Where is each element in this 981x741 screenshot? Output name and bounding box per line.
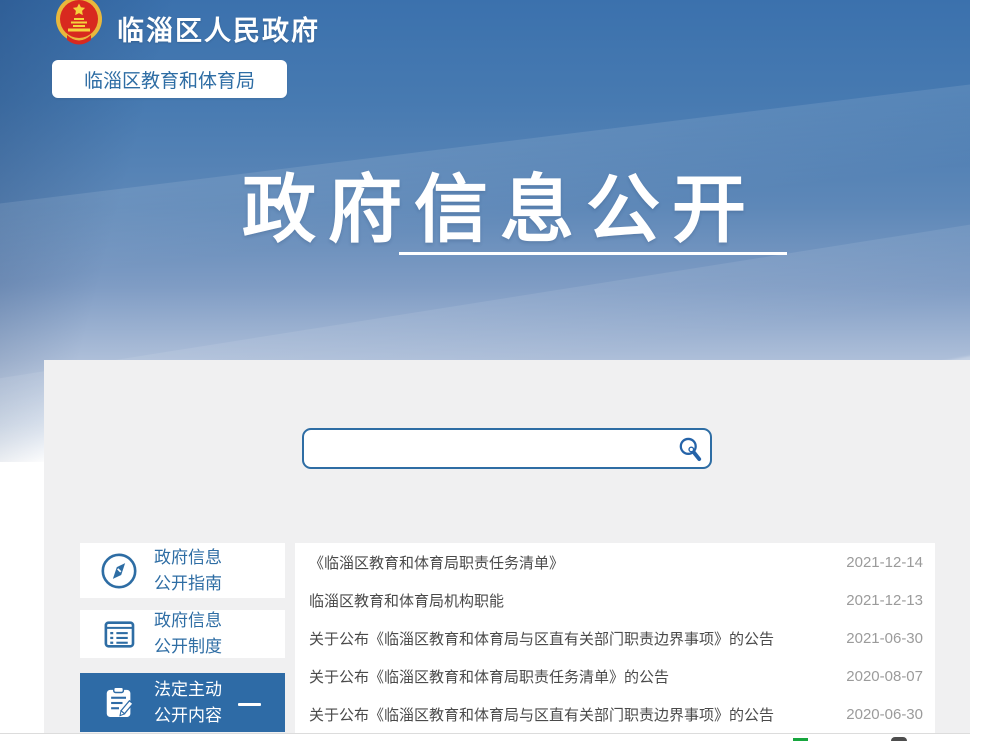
sidebar-item-open-rules[interactable]: 政府信息 公开制度 bbox=[80, 610, 285, 658]
article-title[interactable]: 关于公布《临淄区教育和体育局职责任务清单》的公告 bbox=[309, 666, 669, 687]
partial-icon-dark bbox=[891, 737, 907, 741]
article-title[interactable]: 关于公布《临淄区教育和体育局与区直有关部门职责边界事项》的公告 bbox=[309, 628, 774, 649]
list-item[interactable]: 关于公布《临淄区教育和体育局职责任务清单》的公告 2020-08-07 bbox=[295, 657, 935, 695]
article-date: 2020-08-07 bbox=[846, 668, 923, 685]
article-date: 2021-12-14 bbox=[846, 554, 923, 571]
search-input[interactable] bbox=[304, 430, 670, 467]
bottom-divider bbox=[0, 733, 970, 734]
sidebar-item-statutory-disclosure[interactable]: 法定主动 公开内容 bbox=[80, 673, 285, 732]
org-name-button[interactable]: 临淄区教育和体育局 bbox=[52, 60, 287, 98]
title-underline bbox=[399, 252, 787, 255]
article-date: 2021-06-30 bbox=[846, 630, 923, 647]
search-icon bbox=[676, 435, 704, 463]
article-list: 《临淄区教育和体育局职责任务清单》 2021-12-14 临淄区教育和体育局机构… bbox=[295, 543, 935, 733]
sidebar-item-open-guide[interactable]: 政府信息 公开指南 bbox=[80, 543, 285, 598]
article-title[interactable]: 关于公布《临淄区教育和体育局与区直有关部门职责边界事项》的公告 bbox=[309, 704, 774, 725]
list-item[interactable]: 临淄区教育和体育局机构职能 2021-12-13 bbox=[295, 581, 935, 619]
ledger-icon bbox=[98, 613, 140, 655]
clipboard-pencil-icon bbox=[98, 682, 140, 724]
search-box bbox=[302, 428, 712, 469]
site-brand: 临淄区人民政府 bbox=[55, 0, 320, 48]
content-panel: 政府信息 公开指南 政 bbox=[44, 360, 970, 733]
article-title[interactable]: 临淄区教育和体育局机构职能 bbox=[309, 590, 504, 611]
sidebar-item-label: 政府信息 公开制度 bbox=[154, 608, 222, 660]
national-emblem-icon bbox=[55, 0, 103, 48]
collapse-minus-icon[interactable] bbox=[238, 703, 261, 706]
site-name: 临淄区人民政府 bbox=[117, 9, 320, 48]
list-item[interactable]: 关于公布《临淄区教育和体育局与区直有关部门职责边界事项》的公告 2020-06-… bbox=[295, 695, 935, 733]
page-title: 政府信息公开 bbox=[230, 150, 770, 257]
list-item[interactable]: 《临淄区教育和体育局职责任务清单》 2021-12-14 bbox=[295, 543, 935, 581]
sidebar-item-label: 法定主动 公开内容 bbox=[154, 677, 222, 729]
sidebar-item-label: 政府信息 公开指南 bbox=[154, 545, 222, 597]
search-button[interactable] bbox=[670, 430, 710, 467]
page: 临淄区人民政府 临淄区教育和体育局 政府信息公开 bbox=[0, 0, 981, 741]
sidebar: 政府信息 公开指南 政 bbox=[80, 543, 285, 732]
list-item[interactable]: 关于公布《临淄区教育和体育局与区直有关部门职责边界事项》的公告 2021-06-… bbox=[295, 619, 935, 657]
article-title[interactable]: 《临淄区教育和体育局职责任务清单》 bbox=[309, 552, 564, 573]
article-date: 2020-06-30 bbox=[846, 706, 923, 723]
compass-icon bbox=[98, 550, 140, 592]
article-date: 2021-12-13 bbox=[846, 592, 923, 609]
